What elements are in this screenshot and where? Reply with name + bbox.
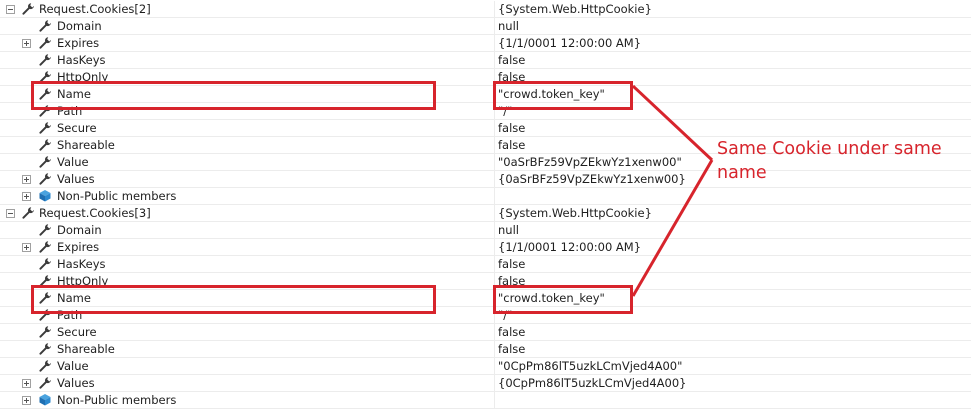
- property-row-non-public-members[interactable]: Non-Public members: [0, 188, 971, 205]
- wrench-icon: [38, 240, 52, 254]
- expand-toggle-icon[interactable]: [22, 192, 31, 201]
- property-row-shareable[interactable]: Shareable false: [0, 341, 971, 358]
- column-separator: [494, 222, 495, 238]
- expand-toggle-icon[interactable]: [22, 379, 31, 388]
- property-value[interactable]: {1/1/0001 12:00:00 AM}: [498, 35, 641, 51]
- property-value[interactable]: false: [498, 120, 525, 136]
- property-row-domain[interactable]: Domain null: [0, 18, 971, 35]
- property-value[interactable]: false: [498, 324, 525, 340]
- column-separator: [494, 358, 495, 374]
- cookie-root-row[interactable]: Request.Cookies[3] {System.Web.HttpCookie…: [0, 205, 971, 222]
- collapse-toggle-icon[interactable]: [6, 5, 15, 14]
- expand-toggle-icon[interactable]: [22, 396, 31, 405]
- property-name: Secure: [57, 325, 97, 339]
- wrench-icon: [38, 172, 52, 186]
- column-separator: [494, 1, 495, 17]
- property-value[interactable]: {System.Web.HttpCookie}: [498, 205, 652, 221]
- property-row-haskeys[interactable]: HasKeys false: [0, 256, 971, 273]
- property-name: Shareable: [57, 138, 115, 152]
- column-separator: [494, 392, 495, 408]
- property-value[interactable]: false: [498, 137, 525, 153]
- property-name: Shareable: [57, 342, 115, 356]
- property-value[interactable]: false: [498, 52, 525, 68]
- wrench-icon: [21, 2, 35, 16]
- property-name: Domain: [57, 223, 102, 237]
- expand-toggle-icon[interactable]: [22, 39, 31, 48]
- property-name: Values: [57, 172, 95, 186]
- column-separator: [494, 120, 495, 136]
- wrench-icon: [38, 53, 52, 67]
- members-icon: [38, 393, 52, 407]
- property-name: Values: [57, 376, 95, 390]
- members-icon: [38, 189, 52, 203]
- column-separator: [494, 375, 495, 391]
- property-row-value[interactable]: Value "0CpPm86lT5uzkLCmVjed4A00": [0, 358, 971, 375]
- column-separator: [494, 52, 495, 68]
- property-row-non-public-members[interactable]: Non-Public members: [0, 392, 971, 409]
- property-name: Value: [57, 359, 89, 373]
- column-separator: [494, 239, 495, 255]
- wrench-icon: [38, 19, 52, 33]
- property-name: Request.Cookies[3]: [39, 206, 151, 220]
- wrench-icon: [38, 223, 52, 237]
- property-row-secure[interactable]: Secure false: [0, 120, 971, 137]
- column-separator: [494, 154, 495, 170]
- property-value[interactable]: null: [498, 18, 519, 34]
- collapse-toggle-icon[interactable]: [6, 209, 15, 218]
- wrench-icon: [38, 36, 52, 50]
- column-separator: [494, 137, 495, 153]
- highlight-box-name: [31, 81, 436, 110]
- property-name: HasKeys: [57, 53, 106, 67]
- property-value[interactable]: {System.Web.HttpCookie}: [498, 1, 652, 17]
- highlight-box-value: [493, 81, 633, 110]
- property-name: Expires: [57, 240, 100, 254]
- property-row-haskeys[interactable]: HasKeys false: [0, 52, 971, 69]
- column-separator: [494, 171, 495, 187]
- property-value[interactable]: "0aSrBFz59VpZEkwYz1xenw00": [498, 154, 682, 170]
- property-value[interactable]: {0CpPm86lT5uzkLCmVjed4A00}: [498, 375, 686, 391]
- wrench-icon: [38, 376, 52, 390]
- column-separator: [494, 341, 495, 357]
- property-name: Domain: [57, 19, 102, 33]
- wrench-icon: [38, 257, 52, 271]
- annotation-text: Same Cookie under same name: [717, 139, 942, 183]
- property-value[interactable]: false: [498, 341, 525, 357]
- expand-toggle-icon[interactable]: [22, 175, 31, 184]
- column-separator: [494, 205, 495, 221]
- property-name: Non-Public members: [57, 189, 177, 203]
- property-name: HasKeys: [57, 257, 106, 271]
- wrench-icon: [38, 325, 52, 339]
- property-value[interactable]: {1/1/0001 12:00:00 AM}: [498, 239, 641, 255]
- property-name: Non-Public members: [57, 393, 177, 407]
- expand-toggle-icon[interactable]: [22, 243, 31, 252]
- property-row-expires[interactable]: Expires {1/1/0001 12:00:00 AM}: [0, 239, 971, 256]
- watch-window-grid: Request.Cookies[2] {System.Web.HttpCookie…: [0, 0, 971, 411]
- property-name: Value: [57, 155, 89, 169]
- cookie-root-row[interactable]: Request.Cookies[2] {System.Web.HttpCookie…: [0, 1, 971, 18]
- property-name: Secure: [57, 121, 97, 135]
- property-row-values[interactable]: Values {0CpPm86lT5uzkLCmVjed4A00}: [0, 375, 971, 392]
- property-row-secure[interactable]: Secure false: [0, 324, 971, 341]
- wrench-icon: [38, 138, 52, 152]
- column-separator: [494, 188, 495, 204]
- property-value[interactable]: {0aSrBFz59VpZEkwYz1xenw00}: [498, 171, 686, 187]
- highlight-box-name: [31, 285, 436, 314]
- wrench-icon: [38, 359, 52, 373]
- property-value[interactable]: null: [498, 222, 519, 238]
- property-name: Expires: [57, 36, 100, 50]
- wrench-icon: [38, 121, 52, 135]
- property-value[interactable]: "0CpPm86lT5uzkLCmVjed4A00": [498, 358, 682, 374]
- property-name: Request.Cookies[2]: [39, 2, 151, 16]
- wrench-icon: [38, 342, 52, 356]
- property-value[interactable]: false: [498, 256, 525, 272]
- highlight-box-value: [493, 285, 633, 314]
- column-separator: [494, 35, 495, 51]
- wrench-icon: [21, 206, 35, 220]
- column-separator: [494, 324, 495, 340]
- property-row-domain[interactable]: Domain null: [0, 222, 971, 239]
- column-separator: [494, 18, 495, 34]
- property-row-expires[interactable]: Expires {1/1/0001 12:00:00 AM}: [0, 35, 971, 52]
- wrench-icon: [38, 155, 52, 169]
- column-separator: [494, 256, 495, 272]
